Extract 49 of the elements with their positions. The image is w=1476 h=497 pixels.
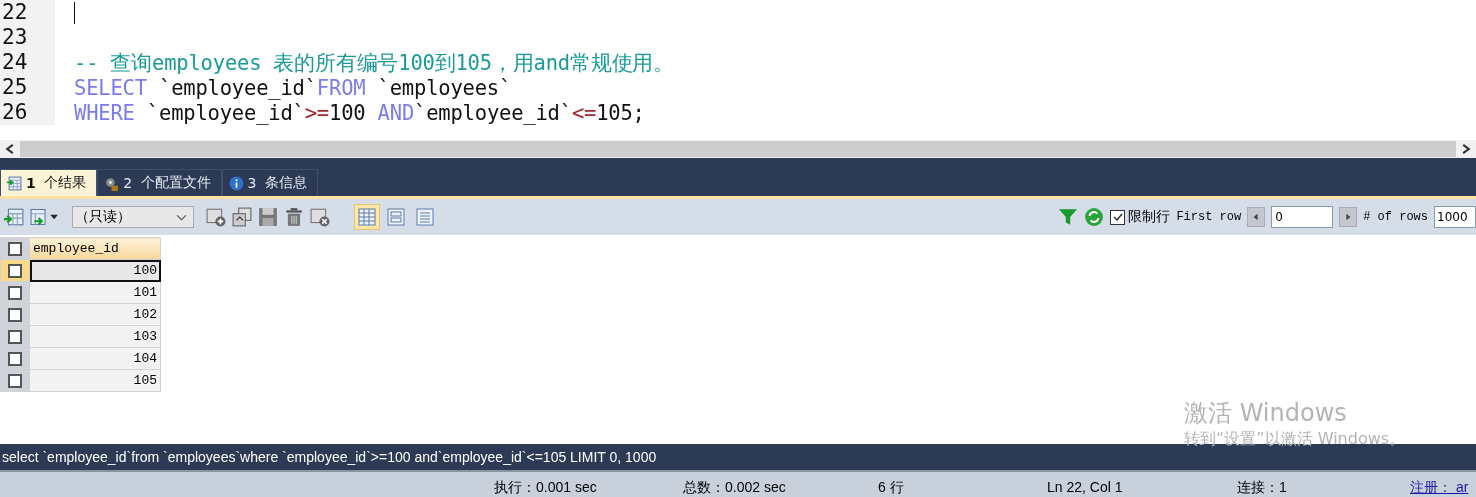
check-icon bbox=[1111, 211, 1124, 223]
code-line: WHERE `employee_id`>=100 AND`employee_id`<=105; bbox=[74, 100, 645, 125]
first-row-label: First row bbox=[1176, 210, 1242, 224]
activation-title: 激活 Windows bbox=[1184, 398, 1348, 429]
row-count: 6 行 bbox=[878, 479, 904, 497]
first-row-field[interactable]: 0 bbox=[1271, 206, 1334, 228]
line-number: 26 bbox=[0, 100, 55, 125]
line-number: 25 bbox=[0, 75, 55, 100]
refresh-icon[interactable] bbox=[1084, 207, 1105, 227]
row-checkbox[interactable] bbox=[0, 281, 30, 304]
gear-icon bbox=[104, 175, 120, 191]
line-number: 22 bbox=[0, 0, 55, 25]
total-time: 总数：0.002 sec bbox=[683, 479, 786, 497]
right-triangle-icon bbox=[1344, 212, 1353, 222]
left-triangle-icon bbox=[1252, 212, 1261, 222]
result-tab[interactable]: 3 条信息 bbox=[221, 169, 318, 196]
register-link[interactable]: 注册： ar bbox=[1410, 479, 1469, 497]
table-icon bbox=[7, 175, 22, 191]
cursor-position: Ln 22, Col 1 bbox=[1047, 479, 1123, 495]
duplicate-row-icon[interactable] bbox=[232, 207, 252, 227]
delete-row-icon[interactable] bbox=[310, 207, 330, 227]
code-line: SELECT `employee_id`FROM `employees` bbox=[74, 75, 512, 100]
filter-icon[interactable] bbox=[1058, 207, 1079, 227]
import-dropdown-icon[interactable] bbox=[30, 207, 60, 227]
grid-view-button[interactable] bbox=[354, 204, 380, 230]
trash-icon[interactable] bbox=[284, 207, 304, 227]
save-icon[interactable] bbox=[258, 207, 278, 227]
connection-count: 连接：1 bbox=[1237, 479, 1287, 497]
horizontal-scrollbar[interactable] bbox=[0, 140, 1476, 158]
export-grid-icon[interactable] bbox=[4, 207, 24, 227]
rows-count-label: # of rows bbox=[1363, 210, 1428, 224]
execution-time: 执行：0.001 sec bbox=[494, 479, 597, 497]
row-checkbox[interactable] bbox=[0, 259, 30, 282]
previous-page-button[interactable] bbox=[1247, 207, 1266, 227]
result-tab[interactable]: 2 个配置文件 bbox=[97, 169, 222, 196]
line-number: 24 bbox=[0, 50, 55, 75]
column-header[interactable]: employee_id bbox=[29, 237, 161, 260]
select-all-checkbox[interactable] bbox=[0, 237, 30, 260]
code-line: -- 查询employees 表的所有编号100到105，用and常规使用。 bbox=[74, 49, 674, 77]
limit-rows-checkbox[interactable]: 限制行 bbox=[1110, 208, 1171, 226]
line-number: 23 bbox=[0, 25, 55, 50]
result-tab[interactable]: 1 个结果 bbox=[0, 169, 98, 196]
row-checkbox[interactable] bbox=[0, 369, 30, 392]
add-row-icon[interactable] bbox=[206, 207, 226, 227]
info-icon bbox=[228, 175, 244, 191]
next-page-button[interactable] bbox=[1339, 207, 1358, 227]
rows-count-field[interactable]: 1000 bbox=[1434, 206, 1476, 228]
text-cursor bbox=[74, 1, 75, 24]
mode-dropdown[interactable]: （只读） bbox=[72, 206, 194, 228]
